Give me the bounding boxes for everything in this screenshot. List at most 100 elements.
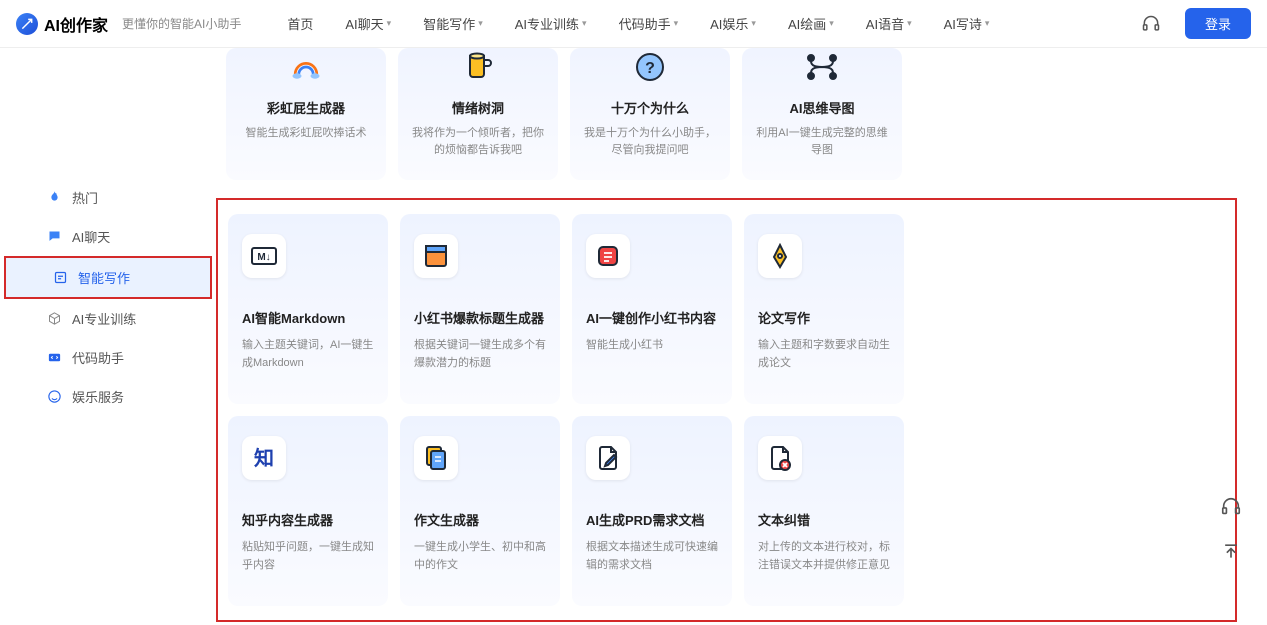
card-prd[interactable]: AI生成PRD需求文档 根据文本描述生成可快速编辑的需求文档 bbox=[572, 416, 732, 606]
card-desc: 一键生成小学生、初中和高中的作文 bbox=[414, 539, 546, 574]
window-icon bbox=[414, 234, 458, 278]
content: 彩虹屁生成器 智能生成彩虹屁吹捧话术 情绪树洞 我将作为一个倾听者，把你的烦恼都… bbox=[216, 48, 1267, 625]
float-buttons bbox=[1217, 493, 1245, 565]
sidebar: 热门 AI聊天 智能写作 AI专业训练 代码助手 娱乐服务 bbox=[0, 48, 216, 625]
chevron-down-icon: ▾ bbox=[582, 18, 587, 29]
rainbow-icon bbox=[287, 48, 325, 86]
card-markdown[interactable]: M↓ AI智能Markdown 输入主题关键词，AI一键生成Markdown bbox=[228, 214, 388, 404]
note-icon bbox=[586, 234, 630, 278]
card-xhs-content[interactable]: AI一键创作小红书内容 智能生成小红书 bbox=[572, 214, 732, 404]
svg-text:M↓: M↓ bbox=[257, 252, 270, 263]
fire-icon bbox=[46, 190, 62, 206]
card-title: AI智能Markdown bbox=[242, 308, 374, 327]
back-to-top-button[interactable] bbox=[1217, 537, 1245, 565]
top-cards-grid: 彩虹屁生成器 智能生成彩虹屁吹捧话术 情绪树洞 我将作为一个倾听者，把你的烦恼都… bbox=[226, 48, 1237, 180]
nav-training[interactable]: AI专业训练▾ bbox=[501, 8, 601, 39]
card-mindmap[interactable]: AI思维导图 利用AI一键生成完整的思维导图 bbox=[742, 48, 902, 180]
card-desc: 我将作为一个倾听者，把你的烦恼都告诉我吧 bbox=[412, 125, 544, 158]
svg-text:知: 知 bbox=[254, 446, 274, 470]
svg-text:?: ? bbox=[645, 60, 655, 77]
sidebar-label: 热门 bbox=[72, 188, 98, 207]
tagline: 更懂你的智能AI小助手 bbox=[122, 15, 241, 32]
sidebar-item-hot[interactable]: 热门 bbox=[0, 178, 216, 217]
chevron-down-icon: ▾ bbox=[674, 18, 679, 29]
card-title: 作文生成器 bbox=[414, 510, 546, 529]
chevron-down-icon: ▾ bbox=[829, 18, 834, 29]
file-error-icon bbox=[758, 436, 802, 480]
card-essay[interactable]: 作文生成器 一键生成小学生、初中和高中的作文 bbox=[400, 416, 560, 606]
card-emotion[interactable]: 情绪树洞 我将作为一个倾听者，把你的烦恼都告诉我吧 bbox=[398, 48, 558, 180]
card-title: 情绪树洞 bbox=[452, 98, 504, 117]
cup-icon bbox=[459, 48, 497, 86]
sidebar-item-training[interactable]: AI专业训练 bbox=[0, 299, 216, 338]
question-icon: ? bbox=[631, 48, 669, 86]
headset-icon[interactable] bbox=[1141, 14, 1161, 34]
edit-icon bbox=[52, 270, 68, 286]
card-thesis[interactable]: 论文写作 输入主题和字数要求自动生成论文 bbox=[744, 214, 904, 404]
card-desc: 根据文本描述生成可快速编辑的需求文档 bbox=[586, 539, 718, 574]
markdown-icon: M↓ bbox=[242, 234, 286, 278]
sidebar-item-fun[interactable]: 娱乐服务 bbox=[0, 377, 216, 416]
logo[interactable]: AI创作家 bbox=[16, 12, 108, 36]
card-title: 小红书爆款标题生成器 bbox=[414, 308, 546, 327]
nav-chat[interactable]: AI聊天▾ bbox=[331, 8, 405, 39]
main-cards-grid: M↓ AI智能Markdown 输入主题关键词，AI一键生成Markdown 小… bbox=[228, 214, 1225, 606]
chevron-down-icon: ▾ bbox=[751, 18, 756, 29]
sidebar-item-writing[interactable]: 智能写作 bbox=[4, 256, 212, 299]
support-button[interactable] bbox=[1217, 493, 1245, 521]
chevron-down-icon: ▾ bbox=[985, 18, 990, 29]
nav-draw[interactable]: AI绘画▾ bbox=[774, 8, 848, 39]
sidebar-label: AI聊天 bbox=[72, 227, 110, 246]
sidebar-label: 智能写作 bbox=[78, 268, 130, 287]
card-title: 知乎内容生成器 bbox=[242, 510, 374, 529]
nav-voice[interactable]: AI语音▾ bbox=[852, 8, 926, 39]
writing-section: M↓ AI智能Markdown 输入主题关键词，AI一键生成Markdown 小… bbox=[216, 198, 1237, 622]
card-rainbow[interactable]: 彩虹屁生成器 智能生成彩虹屁吹捧话术 bbox=[226, 48, 386, 180]
card-title: AI思维导图 bbox=[789, 98, 854, 117]
sidebar-item-chat[interactable]: AI聊天 bbox=[0, 217, 216, 256]
mindmap-icon bbox=[803, 48, 841, 86]
nav-code[interactable]: 代码助手▾ bbox=[605, 8, 693, 39]
chevron-down-icon: ▾ bbox=[478, 18, 483, 29]
card-desc: 根据关键词一键生成多个有爆款潜力的标题 bbox=[414, 337, 546, 372]
card-correct[interactable]: 文本纠错 对上传的文本进行校对，标注错误文本并提供修正意见 bbox=[744, 416, 904, 606]
card-xhs-title[interactable]: 小红书爆款标题生成器 根据关键词一键生成多个有爆款潜力的标题 bbox=[400, 214, 560, 404]
logo-text: AI创作家 bbox=[44, 12, 108, 36]
chevron-down-icon: ▾ bbox=[387, 18, 392, 29]
sidebar-item-code[interactable]: 代码助手 bbox=[0, 338, 216, 377]
sidebar-label: 代码助手 bbox=[72, 348, 124, 367]
card-why[interactable]: ? 十万个为什么 我是十万个为什么小助手，尽管向我提问吧 bbox=[570, 48, 730, 180]
nav-home[interactable]: 首页 bbox=[273, 8, 327, 39]
top-bar: AI创作家 更懂你的智能AI小助手 首页 AI聊天▾ 智能写作▾ AI专业训练▾… bbox=[0, 0, 1267, 48]
card-desc: 输入主题关键词，AI一键生成Markdown bbox=[242, 337, 374, 372]
card-title: 文本纠错 bbox=[758, 510, 890, 529]
card-zhihu[interactable]: 知 知乎内容生成器 粘贴知乎问题，一键生成知乎内容 bbox=[228, 416, 388, 606]
card-title: AI一键创作小红书内容 bbox=[586, 308, 718, 327]
zhihu-icon: 知 bbox=[242, 436, 286, 480]
card-desc: 我是十万个为什么小助手，尽管向我提问吧 bbox=[584, 125, 716, 158]
nav: 首页 AI聊天▾ 智能写作▾ AI专业训练▾ 代码助手▾ AI娱乐▾ AI绘画▾… bbox=[273, 8, 1117, 39]
card-desc: 利用AI一键生成完整的思维导图 bbox=[756, 125, 888, 158]
sidebar-label: 娱乐服务 bbox=[72, 387, 124, 406]
card-desc: 输入主题和字数要求自动生成论文 bbox=[758, 337, 890, 372]
card-desc: 粘贴知乎问题，一键生成知乎内容 bbox=[242, 539, 374, 574]
login-button[interactable]: 登录 bbox=[1185, 8, 1251, 39]
chat-icon bbox=[46, 229, 62, 245]
pen-icon bbox=[758, 234, 802, 278]
code-icon bbox=[46, 350, 62, 366]
chevron-down-icon: ▾ bbox=[907, 18, 912, 29]
card-title: 十万个为什么 bbox=[611, 98, 689, 117]
card-title: 彩虹屁生成器 bbox=[267, 98, 345, 117]
nav-writing[interactable]: 智能写作▾ bbox=[409, 8, 497, 39]
card-desc: 对上传的文本进行校对，标注错误文本并提供修正意见 bbox=[758, 539, 890, 574]
nav-fun[interactable]: AI娱乐▾ bbox=[696, 8, 770, 39]
doc-icon bbox=[414, 436, 458, 480]
cube-icon bbox=[46, 311, 62, 327]
logo-icon bbox=[16, 13, 38, 35]
card-desc: 智能生成彩虹屁吹捧话术 bbox=[246, 125, 367, 142]
card-desc: 智能生成小红书 bbox=[586, 337, 718, 355]
file-edit-icon bbox=[586, 436, 630, 480]
nav-poem[interactable]: AI写诗▾ bbox=[930, 8, 1004, 39]
smile-icon bbox=[46, 389, 62, 405]
sidebar-label: AI专业训练 bbox=[72, 309, 136, 328]
